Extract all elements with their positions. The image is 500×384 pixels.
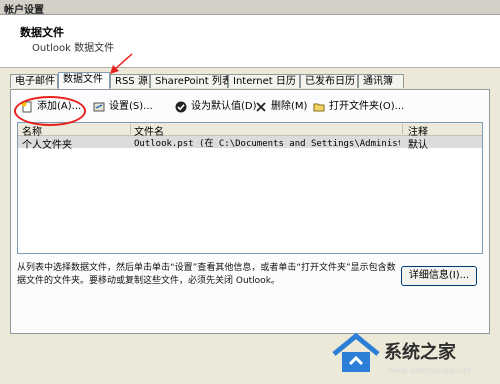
list-header: 名称 文件名 注释 xyxy=(18,123,482,138)
tab-published-calendar[interactable]: 已发布日历 xyxy=(300,74,358,88)
tab-rss[interactable]: RSS 源 xyxy=(110,74,150,88)
tab-data-files[interactable]: 数据文件 xyxy=(58,72,110,89)
house-logo-icon xyxy=(332,332,380,372)
settings-button[interactable]: 设置(S)... xyxy=(93,98,153,116)
watermark: 系统之家 www.xitongzhijia.net xyxy=(326,326,498,382)
tab-sharepoint[interactable]: SharePoint 列表 xyxy=(150,74,232,88)
table-row[interactable]: 个人文件夹 Outlook.pst (在 C:\Documents and Se… xyxy=(18,136,482,151)
folder-icon xyxy=(313,103,325,112)
details-button[interactable]: 详细信息(I)... xyxy=(401,266,477,286)
checkmark-icon xyxy=(175,101,187,113)
tab-strip: 电子邮件 数据文件 RSS 源 SharePoint 列表 Internet 日… xyxy=(10,72,490,89)
toolbar: 添加(A)... 设置(S)... 设为默认值(D) 删除(M) 打开文件夹(O… xyxy=(17,98,483,116)
data-file-list[interactable]: 名称 文件名 注释 个人文件夹 Outlook.pst (在 C:\Docume… xyxy=(17,122,483,254)
remove-button[interactable]: 删除(M) xyxy=(255,98,307,116)
header-title: 数据文件 xyxy=(20,26,64,39)
description-text: 从列表中选择数据文件，然后单击单击“设置”查看其他信息，或者单击“打开文件夹”显… xyxy=(17,263,396,286)
open-folder-button[interactable]: 打开文件夹(O)... xyxy=(313,98,404,116)
settings-button-label: 设置(S)... xyxy=(109,101,153,112)
tab-panel: 添加(A)... 设置(S)... 设为默认值(D) 删除(M) 打开文件夹(O… xyxy=(10,89,490,334)
settings-icon xyxy=(93,102,105,112)
row-name: 个人文件夹 xyxy=(22,140,72,151)
title-bar: 帐户设置 xyxy=(0,0,500,16)
window-title: 帐户设置 xyxy=(4,5,44,16)
dialog-header: 数据文件 Outlook 数据文件 xyxy=(0,15,500,68)
delete-x-icon xyxy=(256,102,266,112)
watermark-url: www.xitongzhijia.net xyxy=(388,366,472,375)
watermark-text: 系统之家 xyxy=(384,342,456,363)
tab-email[interactable]: 电子邮件 xyxy=(10,74,58,88)
row-comment: 默认 xyxy=(408,140,428,151)
open-folder-button-label: 打开文件夹(O)... xyxy=(329,101,405,112)
tab-internet-calendar[interactable]: Internet 日历 xyxy=(228,74,300,88)
column-divider[interactable] xyxy=(402,124,403,134)
column-divider[interactable] xyxy=(130,124,131,134)
set-default-button[interactable]: 设为默认值(D) xyxy=(175,98,257,116)
row-filename: Outlook.pst (在 C:\Documents and Settings… xyxy=(134,139,400,149)
set-default-button-label: 设为默认值(D) xyxy=(191,101,257,112)
remove-button-label: 删除(M) xyxy=(271,101,308,112)
annotation-circle xyxy=(14,96,86,126)
tab-address-book[interactable]: 通讯簿 xyxy=(358,74,404,88)
header-subtitle: Outlook 数据文件 xyxy=(32,43,115,54)
